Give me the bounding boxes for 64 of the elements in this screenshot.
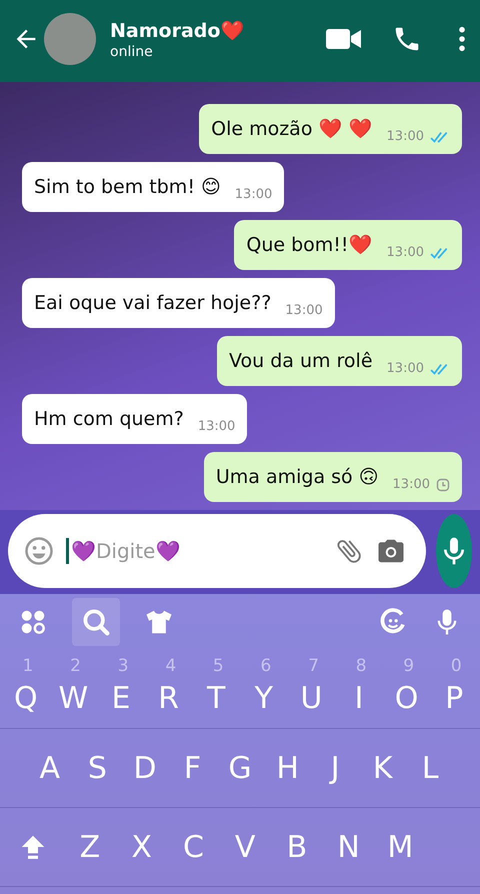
key-hint: 8 bbox=[356, 656, 367, 676]
letter-key[interactable]: Q bbox=[14, 680, 38, 716]
message-time: 13:00 bbox=[386, 129, 424, 144]
sent-message-bubble[interactable]: Ole mozão ❤ ❤ 13:00 bbox=[199, 104, 462, 154]
letter-key[interactable]: E bbox=[112, 680, 130, 716]
letter-key[interactable]: I bbox=[354, 680, 364, 716]
message-text: Vou da um rolê bbox=[228, 349, 373, 374]
more-options-icon[interactable] bbox=[458, 26, 466, 52]
contact-status: online bbox=[110, 44, 153, 60]
message-text: Ole mozão ❤ ❤ bbox=[211, 117, 373, 142]
key-hint: 0 bbox=[450, 656, 462, 676]
message-text: Eai oque vai fazer hoje?? bbox=[34, 291, 272, 316]
message-time: 13:00 bbox=[234, 187, 272, 202]
letter-key[interactable]: W bbox=[58, 680, 88, 716]
letter-key[interactable]: Y bbox=[254, 680, 273, 716]
search-button[interactable] bbox=[72, 598, 120, 646]
sent-message-bubble[interactable]: Que bom!!❤ 13:00 bbox=[234, 220, 462, 270]
letter-key[interactable]: L bbox=[422, 750, 439, 786]
message-time: 13:00 bbox=[285, 303, 323, 318]
sent-message-bubble[interactable]: Vou da um rolê 13:00 bbox=[216, 336, 462, 386]
message-text: Sim to bem tbm! 😊 bbox=[34, 175, 221, 200]
key-hint: 3 bbox=[118, 656, 129, 676]
key-hint: 1 bbox=[22, 656, 34, 676]
message-text: Uma amiga só 🙃 bbox=[216, 465, 379, 490]
letter-key[interactable]: K bbox=[372, 750, 393, 786]
letter-key[interactable]: B bbox=[286, 830, 308, 864]
letter-key[interactable]: H bbox=[276, 750, 299, 786]
letter-key[interactable]: U bbox=[300, 680, 322, 716]
key-hint: 9 bbox=[403, 656, 414, 676]
letter-key[interactable]: R bbox=[158, 680, 179, 716]
received-message-bubble[interactable]: Sim to bem tbm! 😊 13:00 bbox=[22, 162, 284, 212]
key-hint: 4 bbox=[165, 656, 176, 676]
letter-key[interactable]: N bbox=[337, 830, 360, 864]
emoji-icon[interactable] bbox=[24, 536, 54, 566]
message-time: 13:00 bbox=[386, 245, 424, 260]
letter-key[interactable]: T bbox=[207, 680, 226, 716]
letter-key[interactable]: A bbox=[40, 750, 60, 786]
message-time: 13:00 bbox=[198, 419, 236, 434]
contact-name[interactable]: Namorado❤ bbox=[110, 18, 326, 42]
message-time: 13:00 bbox=[392, 477, 430, 492]
key-hint: 2 bbox=[70, 656, 81, 676]
received-message-bubble[interactable]: Eai oque vai fazer hoje?? 13:00 bbox=[22, 278, 335, 328]
letter-key[interactable]: F bbox=[184, 750, 202, 786]
key-hint: 7 bbox=[308, 656, 319, 676]
letter-key[interactable]: X bbox=[131, 830, 152, 864]
letter-key[interactable]: O bbox=[394, 680, 418, 716]
message-time: 13:00 bbox=[386, 361, 424, 376]
letter-key[interactable]: C bbox=[182, 830, 204, 864]
letter-key[interactable]: J bbox=[330, 750, 340, 786]
letter-key[interactable]: S bbox=[88, 750, 107, 786]
letter-key[interactable]: G bbox=[228, 750, 252, 786]
received-message-bubble[interactable]: Hm com quem? 13:00 bbox=[22, 394, 248, 444]
key-hint: 5 bbox=[212, 656, 224, 676]
letter-key[interactable]: M bbox=[387, 830, 414, 864]
letter-key[interactable]: Z bbox=[80, 830, 100, 864]
video-camera-icon[interactable] bbox=[326, 27, 362, 51]
message-text: Hm com quem? bbox=[34, 407, 184, 432]
letter-key[interactable]: D bbox=[133, 750, 156, 786]
message-text: Que bom!!❤ bbox=[246, 233, 373, 258]
letter-key[interactable]: P bbox=[445, 680, 464, 716]
letter-key[interactable]: V bbox=[234, 830, 256, 864]
search-icon bbox=[81, 607, 111, 637]
sent-message-bubble[interactable]: Uma amiga só 🙃 13:00 bbox=[204, 452, 462, 502]
key-hint: 6 bbox=[260, 656, 272, 676]
